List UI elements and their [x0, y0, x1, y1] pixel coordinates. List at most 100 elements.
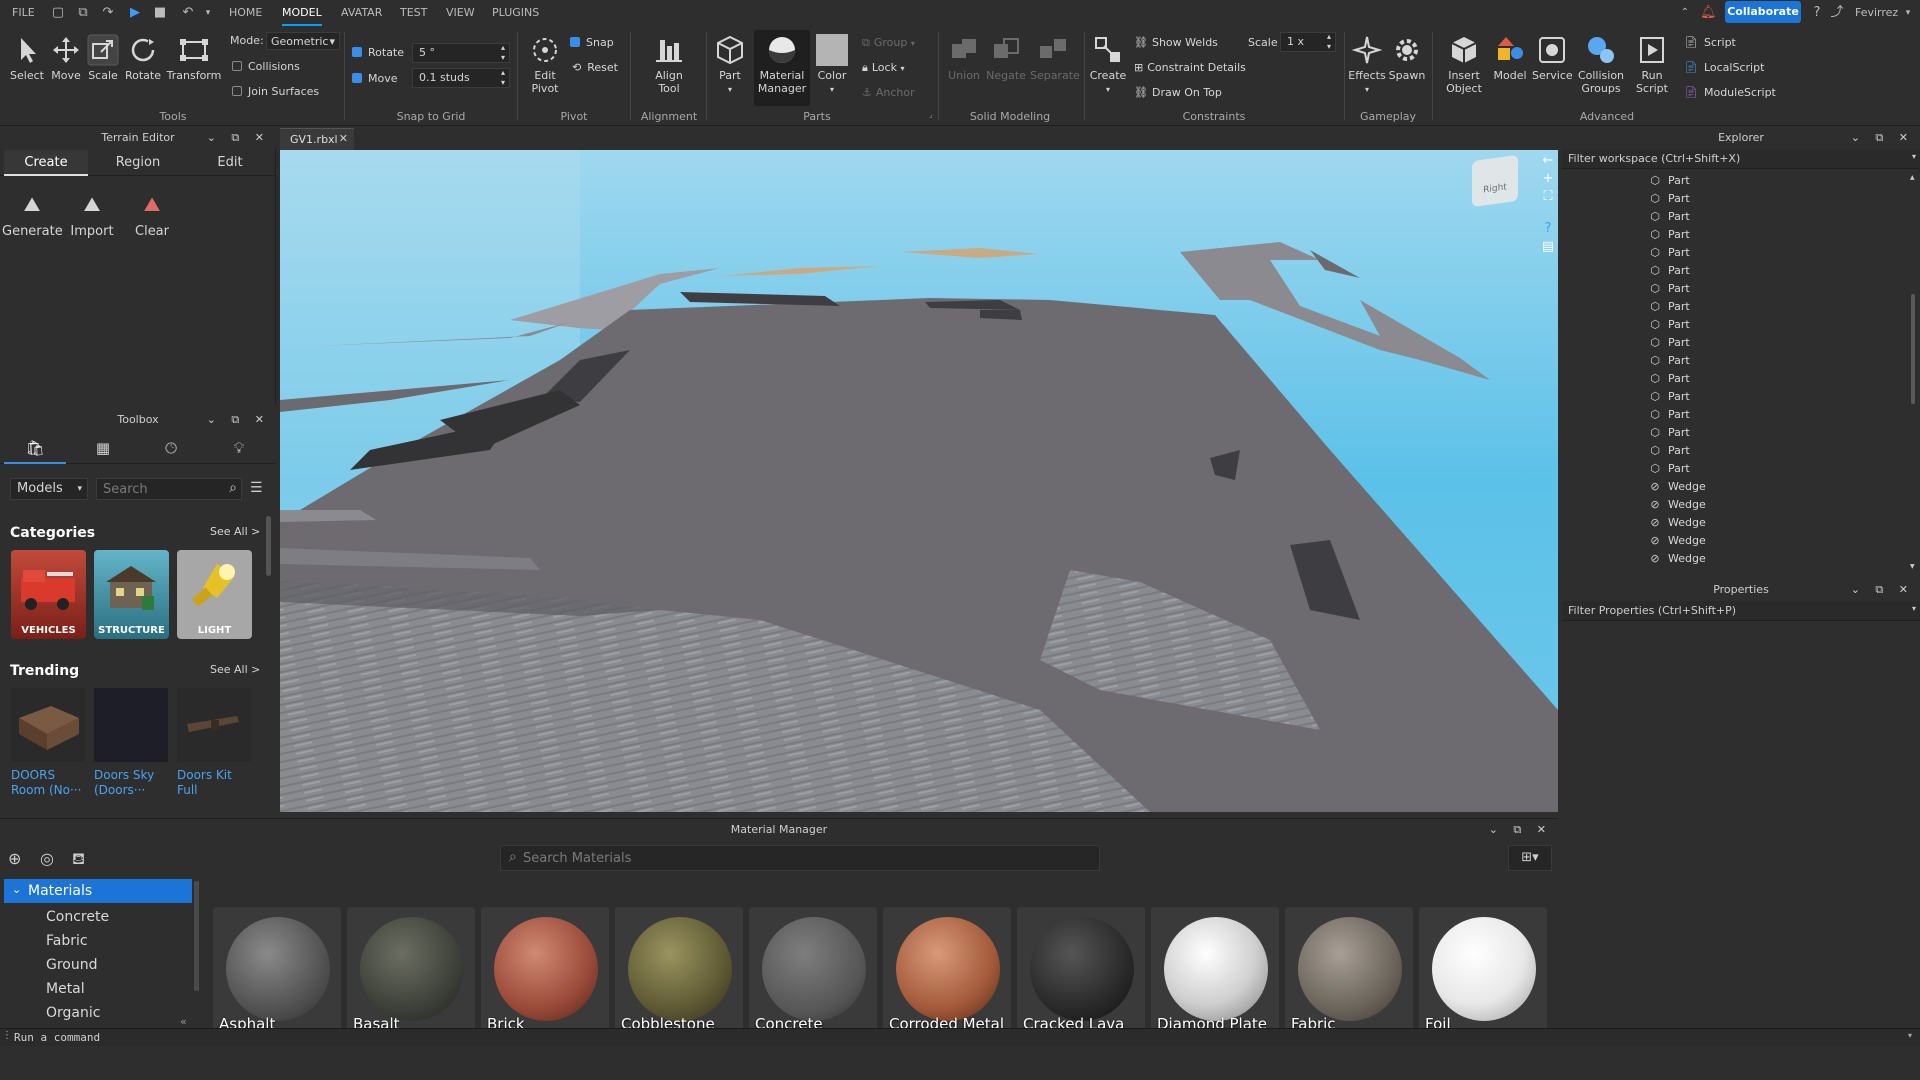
- explorer-scrollbar[interactable]: ▲ ▼: [1910, 174, 1916, 570]
- service-button[interactable]: Service: [1532, 34, 1573, 82]
- part-button[interactable]: Part ▾: [712, 34, 748, 95]
- category-vehicles-card[interactable]: VEHICLES: [11, 550, 86, 639]
- mode-dropdown[interactable]: Geometric ▾: [266, 32, 340, 50]
- explorer-item[interactable]: ⬡ Part: [1648, 406, 1908, 424]
- creations-bulb-icon[interactable]: 💡︎: [208, 434, 270, 464]
- draw-on-top-button[interactable]: ⛓︎ Draw On Top: [1134, 84, 1222, 102]
- explorer-item[interactable]: ⬡ Part: [1648, 244, 1908, 262]
- material-category-item[interactable]: Fabric: [46, 933, 88, 949]
- explorer-item[interactable]: ⬡ Part: [1648, 334, 1908, 352]
- 3d-viewport[interactable]: Right ← + ⛶ ? ▤: [280, 150, 1558, 812]
- collisions-toggle[interactable]: Collisions: [232, 58, 300, 76]
- explorer-scroll-thumb[interactable]: [1911, 294, 1915, 404]
- spinner-arrows-icon[interactable]: ▴ ▾: [501, 43, 505, 63]
- explorer-item[interactable]: ⬡ Part: [1648, 442, 1908, 460]
- collision-groups-button[interactable]: Collision Groups: [1574, 34, 1628, 95]
- join-surfaces-toggle[interactable]: Join Surfaces: [232, 83, 319, 101]
- marketplace-bag-icon[interactable]: 🛍︎: [4, 434, 66, 464]
- view-cube[interactable]: Right: [1472, 154, 1518, 208]
- trending-thumb-2[interactable]: [94, 688, 168, 762]
- tab-edit[interactable]: Edit: [188, 150, 272, 176]
- tab-plugins[interactable]: PLUGINS: [492, 0, 539, 26]
- explorer-item[interactable]: ⬡ Part: [1648, 298, 1908, 316]
- materials-tree-root[interactable]: ⌄ Materials: [4, 879, 192, 903]
- trending-thumb-1[interactable]: [11, 688, 85, 762]
- explorer-item[interactable]: ⬡ Part: [1648, 388, 1908, 406]
- material-card[interactable]: Brick: [481, 907, 609, 1029]
- material-card[interactable]: Foil: [1419, 907, 1547, 1029]
- tab-view[interactable]: VIEW: [446, 0, 475, 26]
- scroll-up-icon[interactable]: ▲: [1910, 174, 1915, 181]
- stop-icon[interactable]: ■: [152, 5, 168, 21]
- material-card[interactable]: Cobblestone: [615, 907, 743, 1029]
- parts-expand-icon[interactable]: ⌟: [929, 110, 933, 119]
- explorer-filter-input[interactable]: Filter workspace (Ctrl+Shift+X) ▾: [1562, 149, 1920, 169]
- category-structure-card[interactable]: STRUCTURE: [94, 550, 169, 639]
- explorer-item[interactable]: ⬡ Part: [1648, 226, 1908, 244]
- trending-item-2-title[interactable]: Doors Sky (Doors···: [94, 768, 174, 798]
- categories-see-all-link[interactable]: See All >: [210, 525, 260, 538]
- separate-button[interactable]: Separate: [1030, 34, 1080, 82]
- tab-region[interactable]: Region: [96, 150, 180, 176]
- generate-button[interactable]: ⛰ Generate: [2, 192, 63, 239]
- new-file-icon[interactable]: ▢: [50, 5, 66, 21]
- create-constraint-button[interactable]: Create ▾: [1088, 34, 1128, 95]
- rotate-snap-input[interactable]: 5 ° ▴ ▾: [412, 43, 510, 63]
- explorer-item[interactable]: ⬡ Part: [1648, 316, 1908, 334]
- category-light-card[interactable]: LIGHT: [177, 550, 252, 639]
- group-button[interactable]: ⧉ Group ▾: [862, 34, 915, 52]
- script-button[interactable]: 📄︎ Script: [1684, 34, 1736, 52]
- explorer-item[interactable]: ⊘ Wedge: [1648, 550, 1908, 568]
- pivot-snap-checkbox[interactable]: [570, 37, 580, 47]
- panel-controls-icon[interactable]: ⌄ ⧉ ✕: [207, 128, 270, 148]
- union-button[interactable]: Union: [944, 34, 984, 82]
- explorer-item[interactable]: ⬡ Part: [1648, 208, 1908, 226]
- material-card[interactable]: Cracked Lava: [1017, 907, 1145, 1029]
- undo-icon[interactable]: ↶: [180, 5, 196, 21]
- panel-controls-icon[interactable]: ⌄ ⧉ ✕: [1489, 819, 1552, 841]
- align-tool-button[interactable]: Align Tool: [648, 34, 690, 95]
- quick-access-chevron-icon[interactable]: ▾: [200, 5, 216, 21]
- show-welds-button[interactable]: ⛓︎ Show Welds: [1134, 34, 1218, 52]
- move-snap-input[interactable]: 0.1 studs ▴ ▾: [412, 68, 510, 88]
- anchor-button[interactable]: ⚓︎ Anchor: [862, 84, 915, 102]
- recent-clock-icon[interactable]: 🕒︎: [140, 434, 202, 464]
- module-script-button[interactable]: 📄︎ ModuleScript: [1684, 84, 1776, 102]
- move-tool-button[interactable]: Move: [47, 34, 85, 82]
- pivot-reset-button[interactable]: ⟲ Reset: [572, 59, 618, 77]
- material-search-input[interactable]: ⌕ Search Materials: [500, 845, 1100, 871]
- file-menu[interactable]: FILE: [12, 0, 35, 26]
- redo-arrow-icon[interactable]: ↷: [100, 5, 116, 21]
- collapse-ribbon-icon[interactable]: ⌃: [1677, 5, 1693, 21]
- apply-material-icon[interactable]: ◎: [40, 849, 54, 868]
- material-card[interactable]: Diamond Plate: [1151, 907, 1279, 1029]
- grid-view-toggle-icon[interactable]: ⊞▾: [1508, 845, 1552, 871]
- fullscreen-icon[interactable]: ⛶: [1540, 188, 1556, 206]
- explorer-item[interactable]: ⊘ Wedge: [1648, 514, 1908, 532]
- spawn-button[interactable]: Spawn: [1388, 34, 1426, 82]
- tab-model[interactable]: MODEL: [282, 0, 322, 26]
- share-icon[interactable]: ⤴: [1829, 5, 1845, 21]
- clear-button[interactable]: ⛰ Clear: [122, 192, 182, 239]
- explorer-item[interactable]: ⬡ Part: [1648, 262, 1908, 280]
- explorer-item[interactable]: ⬡ Part: [1648, 190, 1908, 208]
- spinner-arrows-icon[interactable]: ▴ ▾: [1327, 32, 1331, 52]
- explorer-item[interactable]: ⬡ Part: [1648, 460, 1908, 478]
- move-snap-toggle[interactable]: Move: [352, 70, 398, 88]
- toolbox-search-input[interactable]: Search ⌕: [96, 478, 242, 500]
- asset-type-dropdown[interactable]: Models ▾: [10, 478, 88, 500]
- explorer-item[interactable]: ⊘ Wedge: [1648, 478, 1908, 496]
- constraint-details-button[interactable]: ⊞ Constraint Details: [1134, 59, 1246, 77]
- help-circle-icon[interactable]: ?: [1540, 220, 1556, 238]
- collaborate-button[interactable]: Collaborate: [1725, 1, 1801, 23]
- lock-button[interactable]: 🔒︎ Lock ▾: [862, 59, 904, 77]
- help-icon[interactable]: ?: [1809, 5, 1825, 21]
- properties-filter-input[interactable]: Filter Properties (Ctrl+Shift+P) ▾: [1562, 601, 1920, 621]
- material-category-item[interactable]: Organic: [46, 1005, 100, 1021]
- filter-sliders-icon[interactable]: ☰: [250, 480, 263, 496]
- color-button[interactable]: Color ▾: [814, 34, 850, 95]
- join-surfaces-checkbox[interactable]: [232, 86, 242, 96]
- user-chevron-icon[interactable]: ▾: [1900, 5, 1916, 21]
- tab-test[interactable]: TEST: [400, 0, 427, 26]
- material-card[interactable]: Asphalt: [213, 907, 341, 1029]
